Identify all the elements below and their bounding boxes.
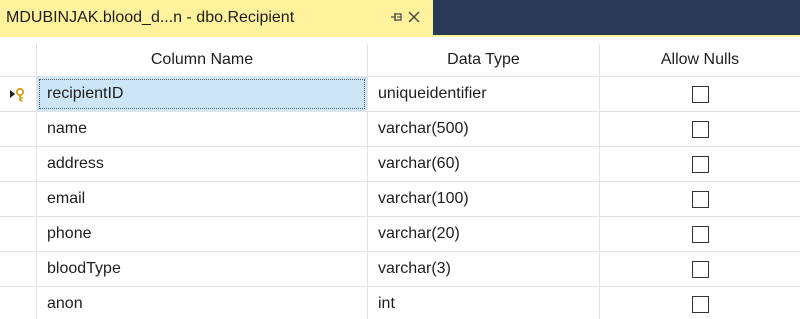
allow-nulls-cell (600, 252, 800, 287)
column-name-text: anon (47, 295, 83, 312)
data-type-text: varchar(20) (378, 225, 460, 242)
data-type-text: varchar(500) (378, 120, 469, 137)
document-tab-strip: MDUBINJAK.blood_d...n - dbo.Recipient (0, 0, 800, 35)
data-type-cell[interactable]: varchar(20) (368, 217, 600, 252)
column-name-text: bloodType (47, 260, 121, 277)
data-type-cell[interactable]: varchar(100) (368, 182, 600, 217)
allow-nulls-cell (600, 217, 800, 252)
column-name-text: email (47, 190, 86, 207)
data-type-cell[interactable]: int (368, 287, 600, 319)
column-name-text: address (47, 155, 104, 172)
row-selector[interactable] (0, 287, 37, 319)
allow-nulls-cell (600, 182, 800, 217)
column-name-cell[interactable]: address (37, 147, 368, 182)
data-type-text: varchar(100) (378, 190, 469, 207)
data-type-cell[interactable]: varchar(60) (368, 147, 600, 182)
data-type-cell[interactable]: uniqueidentifier (368, 77, 600, 112)
table-row[interactable]: anon int (0, 287, 800, 319)
column-name-cell[interactable]: name (37, 112, 368, 147)
row-selector[interactable] (0, 217, 37, 252)
header-allow-nulls[interactable]: Allow Nulls (600, 44, 800, 77)
data-type-text: varchar(60) (378, 155, 460, 172)
table-designer-window: MDUBINJAK.blood_d...n - dbo.Recipient Co… (0, 0, 800, 319)
allow-nulls-checkbox[interactable] (691, 190, 709, 208)
allow-nulls-checkbox[interactable] (691, 225, 709, 243)
allow-nulls-cell (600, 147, 800, 182)
row-selector[interactable] (0, 77, 37, 112)
data-type-text: varchar(3) (378, 260, 451, 277)
header-data-type[interactable]: Data Type (368, 44, 600, 77)
allow-nulls-cell (600, 77, 800, 112)
table-row[interactable]: email varchar(100) (0, 182, 800, 217)
data-type-text: int (378, 295, 395, 312)
allow-nulls-cell (600, 287, 800, 319)
column-name-cell[interactable]: recipientID (37, 77, 368, 112)
table-row[interactable]: phone varchar(20) (0, 217, 800, 252)
allow-nulls-cell (600, 112, 800, 147)
header-column-name[interactable]: Column Name (37, 44, 368, 77)
table-row[interactable]: name varchar(500) (0, 112, 800, 147)
column-name-cell[interactable]: anon (37, 287, 368, 319)
tab-title: MDUBINJAK.blood_d...n - dbo.Recipient (6, 8, 295, 26)
table-row[interactable]: address varchar(60) (0, 147, 800, 182)
allow-nulls-checkbox[interactable] (691, 120, 709, 138)
primary-key-icon (0, 77, 36, 112)
pin-icon[interactable] (389, 9, 405, 25)
column-name-cell[interactable]: phone (37, 217, 368, 252)
allow-nulls-checkbox[interactable] (691, 85, 709, 103)
table-row[interactable]: recipientID uniqueidentifier (0, 77, 800, 112)
allow-nulls-checkbox[interactable] (691, 260, 709, 278)
allow-nulls-checkbox[interactable] (691, 155, 709, 173)
column-name-cell[interactable]: bloodType (37, 252, 368, 287)
row-selector[interactable] (0, 112, 37, 147)
row-selector[interactable] (0, 182, 37, 217)
row-selector[interactable] (0, 252, 37, 287)
close-icon[interactable] (406, 9, 422, 25)
table-row[interactable]: bloodType varchar(3) (0, 252, 800, 287)
data-type-cell[interactable]: varchar(3) (368, 252, 600, 287)
column-name-cell[interactable]: email (37, 182, 368, 217)
column-name-text: phone (47, 225, 92, 242)
allow-nulls-checkbox[interactable] (691, 295, 709, 313)
data-type-text: uniqueidentifier (378, 85, 487, 102)
grid-header: Column Name Data Type Allow Nulls (0, 44, 800, 77)
column-name-text: name (47, 120, 88, 137)
column-grid: Column Name Data Type Allow Nulls recipi… (0, 37, 800, 319)
row-selector[interactable] (0, 147, 37, 182)
row-selector-header (0, 44, 37, 77)
data-type-cell[interactable]: varchar(500) (368, 112, 600, 147)
document-tab[interactable]: MDUBINJAK.blood_d...n - dbo.Recipient (0, 0, 433, 35)
column-name-text: recipientID (47, 85, 124, 102)
